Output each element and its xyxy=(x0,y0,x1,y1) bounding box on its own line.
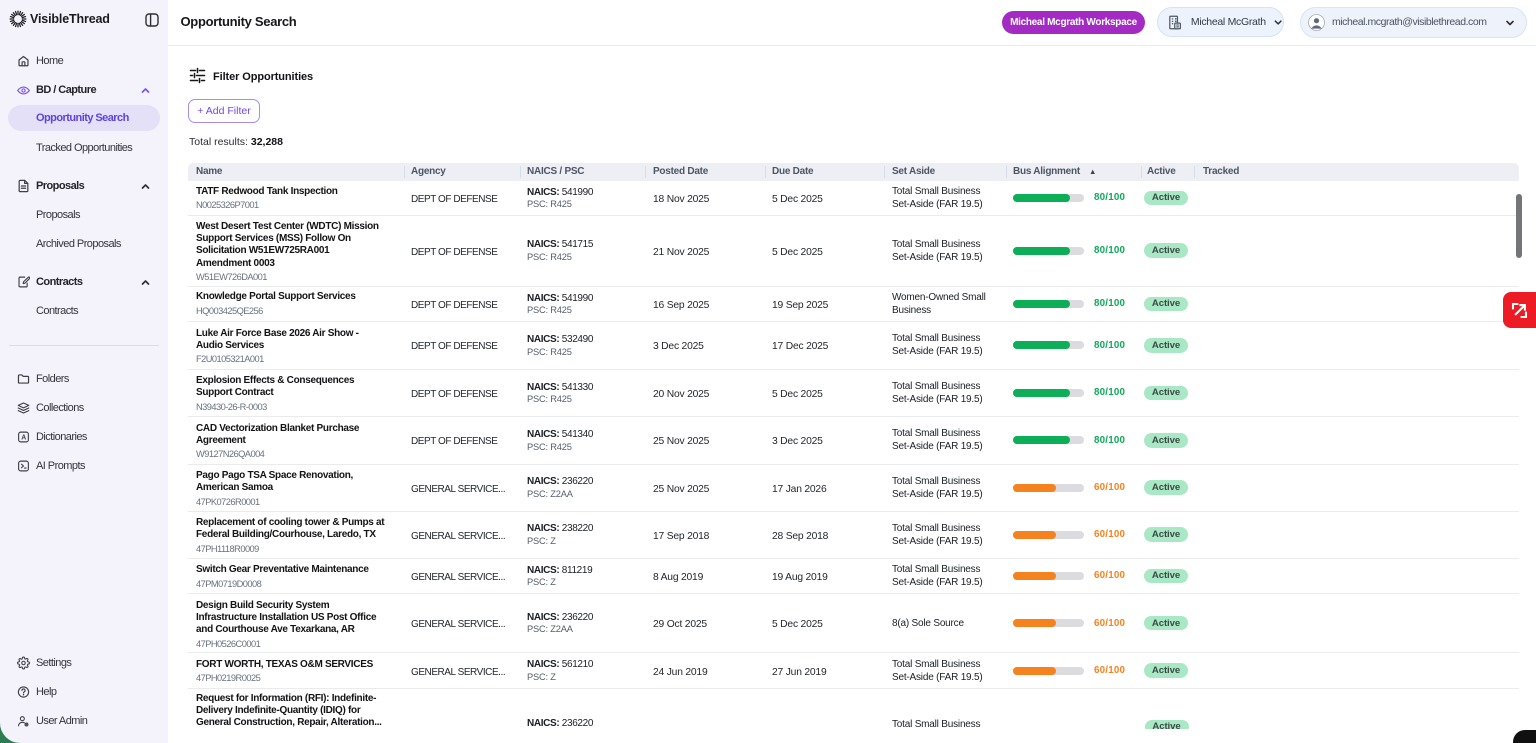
svg-text:A: A xyxy=(21,435,26,442)
